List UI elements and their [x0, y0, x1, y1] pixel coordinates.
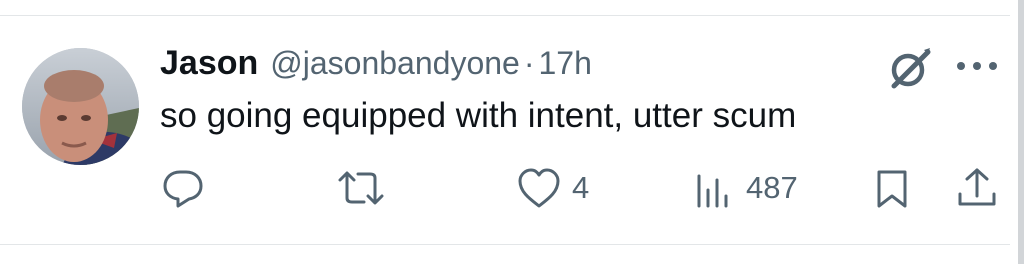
scrollbar[interactable] [1018, 0, 1024, 264]
timestamp[interactable]: 17h [538, 45, 591, 82]
like-count: 4 [572, 170, 590, 205]
share-button[interactable] [956, 166, 998, 210]
reply-icon [163, 170, 203, 208]
bottom-divider [0, 244, 1010, 245]
reply-button[interactable] [160, 166, 216, 210]
tweet-header: Jason @jasonbandyone · 17h [160, 44, 592, 92]
avatar[interactable] [22, 48, 139, 165]
bar-chart-icon [697, 174, 728, 208]
separator-dot: · [523, 45, 535, 81]
bookmark-button[interactable] [872, 166, 912, 210]
share-icon [958, 168, 996, 206]
heart-icon [518, 168, 560, 208]
retweet-icon [338, 171, 384, 205]
bookmark-icon [877, 170, 907, 208]
view-count: 487 [746, 170, 798, 205]
top-divider [0, 15, 1010, 16]
like-button[interactable]: 4 [516, 166, 589, 210]
author-handle[interactable]: @jasonbandyone [270, 45, 520, 82]
retweet-button[interactable] [336, 166, 396, 210]
author-name[interactable]: Jason [160, 44, 258, 83]
views-button[interactable]: 487 [694, 166, 798, 210]
more-icon[interactable] [955, 56, 999, 76]
tweet-text: so going equipped with intent, utter scu… [160, 96, 797, 135]
grok-icon[interactable] [886, 46, 934, 90]
